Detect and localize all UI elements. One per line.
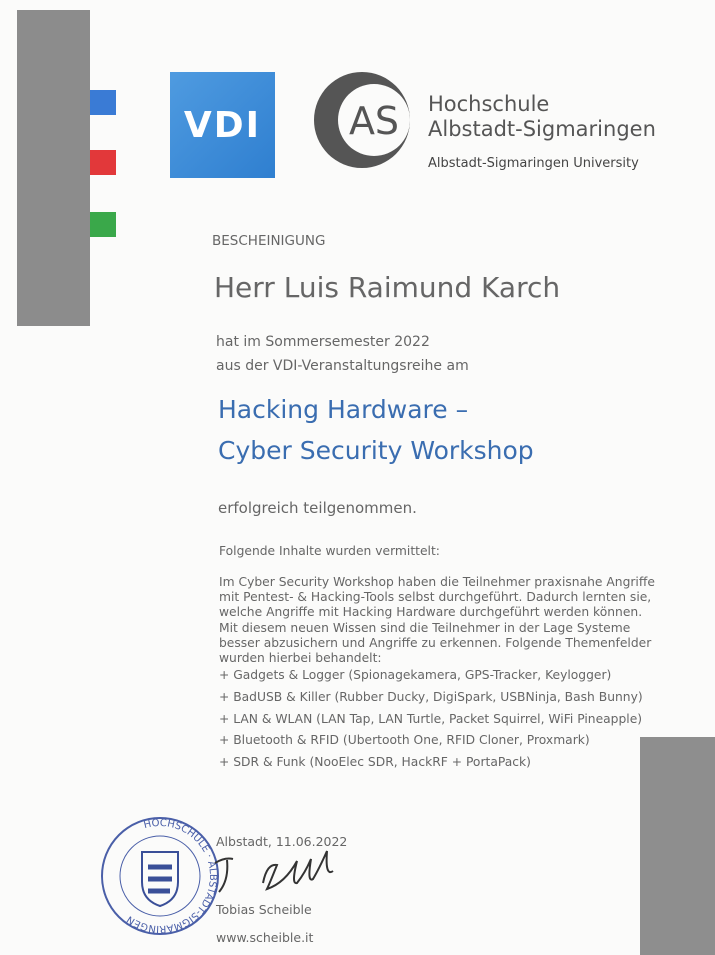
contents-heading: Folgende Inhalte wurden vermittelt:: [219, 544, 440, 558]
certificate-page: VDI AS Hochschule Albstadt-Sigmaringen A…: [0, 0, 715, 955]
description-paragraph: Im Cyber Security Workshop haben die Tei…: [219, 575, 655, 666]
topic-item: + BadUSB & Killer (Rubber Ducky, DigiSpa…: [219, 690, 643, 704]
as-logo-text: AS: [349, 99, 399, 143]
recipient-name: Herr Luis Raimund Karch: [214, 271, 561, 304]
gray-bar-left: [17, 10, 90, 326]
blue-square: [90, 90, 116, 115]
course-title-line1: Hacking Hardware –: [218, 395, 469, 424]
university-name-en: Albstadt-Sigmaringen University: [428, 156, 639, 171]
signature: [214, 850, 334, 893]
topic-item: + Bluetooth & RFID (Ubertooth One, RFID …: [219, 733, 590, 747]
red-square: [90, 150, 116, 175]
university-name-line1: Hochschule: [428, 92, 550, 116]
topic-item: + SDR & Funk (NooElec SDR, HackRF + Port…: [219, 755, 531, 769]
topic-item: + Gadgets & Logger (Spionagekamera, GPS-…: [219, 668, 612, 682]
university-name: Hochschule Albstadt-Sigmaringen: [428, 92, 656, 142]
topic-item: + LAN & WLAN (LAN Tap, LAN Turtle, Packe…: [219, 712, 643, 726]
gray-bar-right: [640, 737, 715, 955]
university-name-line2: Albstadt-Sigmaringen: [428, 117, 656, 141]
as-logo: AS: [314, 72, 410, 168]
course-title-line2: Cyber Security Workshop: [218, 436, 534, 465]
vdi-logo: VDI: [170, 72, 275, 178]
website: www.scheible.it: [216, 930, 314, 945]
certificate-heading: BESCHEINIGUNG: [212, 233, 326, 249]
signer-name: Tobias Scheible: [216, 902, 312, 917]
intro-line1: hat im Sommersemester 2022: [216, 334, 430, 350]
completion-text: erfolgreich teilgenommen.: [218, 499, 417, 517]
intro-line2: aus der VDI-Veranstaltungsreihe am: [216, 358, 469, 374]
place-date: Albstadt, 11.06.2022: [216, 834, 348, 849]
green-square: [90, 212, 116, 237]
